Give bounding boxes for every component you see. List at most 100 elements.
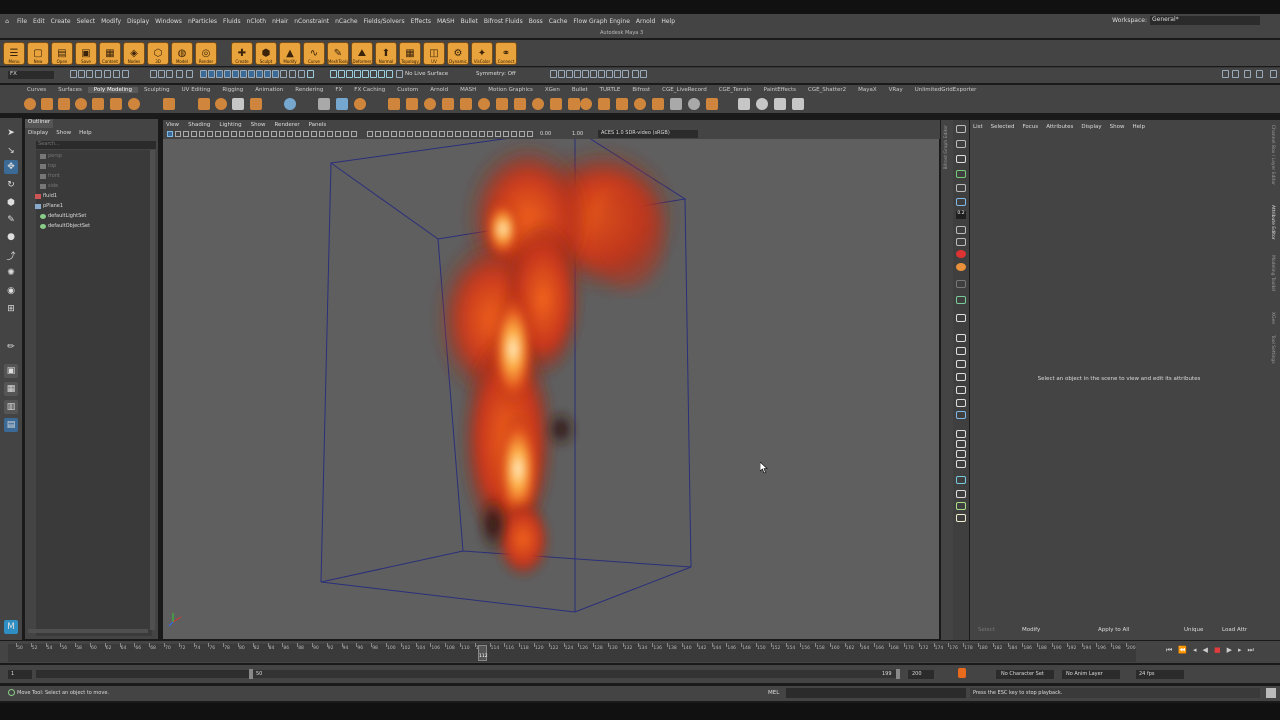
- status-line-tool-icon[interactable]: [598, 70, 605, 78]
- poly-tool-icon[interactable]: [128, 98, 140, 110]
- home-icon[interactable]: ⌂: [0, 18, 14, 25]
- poly-tool-icon[interactable]: [250, 98, 262, 110]
- shelf-save-button[interactable]: ▣ Save: [75, 42, 97, 65]
- camera-icon[interactable]: ◉: [4, 284, 18, 298]
- status-line-tool-icon[interactable]: [1244, 70, 1251, 78]
- poly-tool-icon[interactable]: [670, 98, 682, 110]
- attr-menu-display[interactable]: Display: [1081, 124, 1101, 130]
- poly-tool-icon[interactable]: [460, 98, 472, 110]
- workspace-dropdown[interactable]: General*: [1150, 16, 1260, 25]
- select-tool-icon[interactable]: ➤: [4, 126, 18, 140]
- poly-tool-icon[interactable]: [706, 98, 718, 110]
- viewport-toolbar-icon[interactable]: [263, 131, 269, 137]
- viewport-toolbar-icon[interactable]: [311, 131, 317, 137]
- outliner-item-persp[interactable]: persp: [40, 153, 62, 159]
- auto-key-icon[interactable]: [958, 668, 966, 678]
- menu-boss[interactable]: Boss: [526, 18, 546, 25]
- status-line-tool-icon[interactable]: [632, 70, 639, 78]
- symmetry-dropdown[interactable]: Symmetry: Off: [476, 71, 516, 77]
- range-slider-start-handle[interactable]: [249, 669, 253, 679]
- poly-tool-icon[interactable]: [215, 98, 227, 110]
- outliner-tab[interactable]: Outliner: [25, 119, 53, 128]
- menu-select[interactable]: Select: [74, 18, 99, 25]
- poly-cube-icon[interactable]: ⬢: [4, 196, 18, 210]
- shelf-tab-custom[interactable]: Custom: [391, 87, 424, 93]
- load-attr-button[interactable]: Load Attr: [1222, 627, 1247, 633]
- shelf-tab-cge-liverecord[interactable]: CGE_LiveRecord: [656, 87, 713, 93]
- light-icon[interactable]: ✺: [4, 266, 18, 280]
- poly-tool-icon[interactable]: [652, 98, 664, 110]
- viewport-toolbar-icon[interactable]: [471, 131, 477, 137]
- status-line-tool-icon[interactable]: [200, 70, 207, 78]
- go-to-end-icon[interactable]: ⏭: [1247, 646, 1253, 655]
- modeling-tool-icon[interactable]: [956, 347, 966, 355]
- poly-tool-icon[interactable]: [406, 98, 418, 110]
- poly-tool-icon[interactable]: [568, 98, 580, 110]
- four-view-icon[interactable]: ▦: [4, 382, 18, 396]
- modeling-tool-icon[interactable]: [956, 450, 966, 458]
- poly-tool-icon[interactable]: [532, 98, 544, 110]
- shelf-sculpt-button[interactable]: ⬢ Sculpt: [255, 42, 277, 65]
- outliner-item-pplane1[interactable]: pPlane1: [35, 203, 63, 209]
- status-line-tool-icon[interactable]: [614, 70, 621, 78]
- script-editor-icon[interactable]: [1266, 688, 1276, 698]
- menu-fluids[interactable]: Fluids: [220, 18, 244, 25]
- poly-tool-icon[interactable]: [496, 98, 508, 110]
- viewport-toolbar-icon[interactable]: [183, 131, 189, 137]
- outliner-item-defaultlightset[interactable]: defaultLightSet: [40, 213, 86, 219]
- poly-tool-icon[interactable]: [478, 98, 490, 110]
- exposure-field[interactable]: 0.00: [540, 131, 551, 137]
- shelf-content-button[interactable]: ▦ Content: [99, 42, 121, 65]
- shelf-uv-button[interactable]: ◫ UV: [423, 42, 445, 65]
- side-tab-attribute-editor[interactable]: Attribute Editor: [1270, 205, 1275, 240]
- status-line-tool-icon[interactable]: [186, 70, 193, 78]
- status-line-tool-icon[interactable]: [640, 70, 647, 78]
- viewport-toolbar-icon[interactable]: [407, 131, 413, 137]
- range-slider-end-handle[interactable]: [896, 669, 900, 679]
- viewport-menu-panels[interactable]: Panels: [309, 122, 327, 128]
- shelf-tab-cge-shatter2[interactable]: CGE_Shatter2: [802, 87, 852, 93]
- status-line-tool-icon[interactable]: [362, 70, 369, 78]
- modeling-tool-icon[interactable]: [956, 314, 966, 322]
- poly-tool-icon[interactable]: [424, 98, 436, 110]
- viewport-toolbar-icon[interactable]: [431, 131, 437, 137]
- status-line-tool-icon[interactable]: [166, 70, 173, 78]
- shelf-tab-vray[interactable]: VRay: [883, 87, 909, 93]
- menu-file[interactable]: File: [14, 18, 30, 25]
- poly-tool-icon[interactable]: [756, 98, 768, 110]
- modeling-tool-icon[interactable]: [956, 373, 966, 381]
- viewport-toolbar-icon[interactable]: [455, 131, 461, 137]
- poly-tool-icon[interactable]: [738, 98, 750, 110]
- shelf-tab-motion-graphics[interactable]: Motion Graphics: [482, 87, 539, 93]
- paint-tool-icon[interactable]: ✎: [4, 213, 18, 227]
- poly-tool-icon[interactable]: [24, 98, 36, 110]
- poly-tool-icon[interactable]: [75, 98, 87, 110]
- shelf-create-button[interactable]: ✚ Create: [231, 42, 253, 65]
- outliner-item-defaultobjectset[interactable]: defaultObjectSet: [40, 223, 90, 229]
- viewport-toolbar-icon[interactable]: [335, 131, 341, 137]
- poly-tool-icon[interactable]: [514, 98, 526, 110]
- poly-tool-icon[interactable]: [232, 98, 244, 110]
- menu-create[interactable]: Create: [48, 18, 74, 25]
- viewport-toolbar-icon[interactable]: [327, 131, 333, 137]
- menu-effects[interactable]: Effects: [408, 18, 434, 25]
- status-line-tool-icon[interactable]: [1232, 70, 1239, 78]
- shelf-3d-button[interactable]: ⬡ 3D: [147, 42, 169, 65]
- status-line-tool-icon[interactable]: [338, 70, 345, 78]
- shelf-tab-unlimitedgridexporter[interactable]: UnlimitedGridExporter: [909, 87, 983, 93]
- poly-tool-icon[interactable]: [442, 98, 454, 110]
- modeling-tool-icon[interactable]: [956, 386, 966, 394]
- stop-icon[interactable]: ■: [1214, 646, 1221, 655]
- status-line-tool-icon[interactable]: [158, 70, 165, 78]
- status-line-tool-icon[interactable]: [550, 70, 557, 78]
- viewport-toolbar-icon[interactable]: [271, 131, 277, 137]
- edit-tool-icon[interactable]: ✏: [4, 340, 18, 354]
- poly-tool-icon[interactable]: [688, 98, 700, 110]
- viewport-toolbar-icon[interactable]: [223, 131, 229, 137]
- menu-nconstraint[interactable]: nConstraint: [291, 18, 332, 25]
- status-line-tool-icon[interactable]: [113, 70, 120, 78]
- status-line-tool-icon[interactable]: [280, 70, 287, 78]
- status-line-tool-icon[interactable]: [1256, 70, 1263, 78]
- menu-flow-graph-engine[interactable]: Flow Graph Engine: [570, 18, 632, 25]
- shelf-modify-button[interactable]: ▲ Modify: [279, 42, 301, 65]
